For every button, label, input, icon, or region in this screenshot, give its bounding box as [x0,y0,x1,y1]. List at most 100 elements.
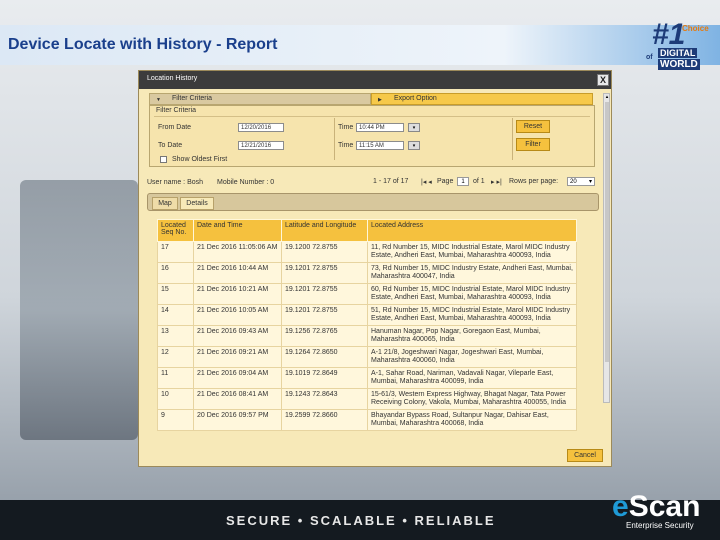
latlong-cell: 19.1200 72.8755 [281,241,368,263]
table-row: 15 21 Dec 2016 10:21 AM 19.1201 72.8755 … [157,283,577,305]
logo-e: e [612,490,629,523]
seq-cell: 14 [157,304,194,326]
page-count: of 1 [473,178,485,185]
export-option-tab[interactable]: ▶ Export Option [371,93,593,105]
filter-panel: Filter Criteria From Date 12/20/2016 Tim… [149,105,595,167]
page-label: Page [437,178,454,185]
table-row: 9 20 Dec 2016 09:57 PM 19.2599 72.8660 B… [157,409,577,431]
date-cell: 21 Dec 2016 10:21 AM [193,283,282,305]
tab-map[interactable]: Map [152,197,178,210]
table-row: 13 21 Dec 2016 09:43 AM 19.1256 72.8765 … [157,325,577,347]
mobile-number: Mobile Number : 0 [217,179,275,186]
badge-number: #1 [652,18,686,51]
chevron-down-icon: ▾ [588,179,592,185]
address-cell: 11, Rd Number 15, MIDC Industrial Estate… [367,241,577,263]
column-header-date: Date and Time [193,219,282,242]
close-icon[interactable]: X [597,74,609,86]
column-header-latlong: Latitude and Longitude [281,219,368,242]
tagline: SECURE • SCALABLE • RELIABLE [226,513,496,528]
table-header-row: Located Seq No. Date and Time Latitude a… [157,219,577,242]
pager-first-icon[interactable]: |◂ ◂ [421,178,432,186]
table-row: 14 21 Dec 2016 10:05 AM 19.1201 72.8755 … [157,304,577,326]
address-cell: Hanuman Nagar, Pop Nagar, Goregaon East,… [367,325,577,347]
window-title-bar: Location History [139,71,611,89]
badge-world: WORLD [658,59,700,70]
window-title: Location History [147,75,198,82]
latlong-cell: 19.1019 72.8649 [281,367,368,389]
export-tab-label: Export Option [394,95,437,102]
divider [512,118,513,160]
from-time-input[interactable]: 10:44 PM [356,123,404,132]
latlong-cell: 19.1243 72.8643 [281,388,368,410]
address-cell: 51, Rd Number 15, MIDC Industrial Estate… [367,304,577,326]
time-label-2: Time [338,142,354,149]
latlong-cell: 19.1256 72.8765 [281,325,368,347]
badge-digital: DIGITAL [658,48,698,58]
number-one-choice-badge: #1 Choice of DIGITAL WORLD [646,18,712,74]
date-cell: 21 Dec 2016 09:21 AM [193,346,282,368]
filter-heading: Filter Criteria [156,107,197,114]
seq-cell: 17 [157,241,194,263]
table-row: 12 21 Dec 2016 09:21 AM 19.1264 72.8650 … [157,346,577,368]
column-header-address: Located Address [367,219,577,242]
column-header-seq: Located Seq No. [157,219,194,242]
seq-cell: 9 [157,409,194,431]
cancel-button[interactable]: Cancel [567,449,603,462]
filter-button[interactable]: Filter [516,138,550,151]
address-cell: A-1, Sahar Road, Nariman, Vadavali Nagar… [367,367,577,389]
date-cell: 21 Dec 2016 09:04 AM [193,367,282,389]
collapse-triangle-icon: ▼ [156,97,161,103]
expand-triangle-icon: ▶ [378,97,382,103]
view-tab-strip: Map Details [147,193,599,211]
user-name: User name : Bosh [147,179,204,186]
date-cell: 21 Dec 2016 08:41 AM [193,388,282,410]
from-date-input[interactable]: 12/20/2016 [238,123,284,132]
page-input[interactable]: 1 [457,177,469,186]
time-picker-icon[interactable]: ▾ [408,123,420,132]
rows-per-page-label: Rows per page: [509,178,559,185]
table-row: 16 21 Dec 2016 10:44 AM 19.1201 72.8755 … [157,262,577,284]
date-cell: 20 Dec 2016 09:57 PM [193,409,282,431]
time-label-1: Time [338,124,354,131]
slide-title: Device Locate with History - Report [8,36,278,53]
rows-per-page-value: 20 [570,179,577,185]
seq-cell: 11 [157,367,194,389]
to-date-label: To Date [158,142,183,149]
background-photo [20,180,138,440]
filter-tab-label: Filter Criteria [172,95,213,102]
to-date-input[interactable]: 12/21/2016 [238,141,284,150]
to-time-input[interactable]: 11:15 AM [356,141,404,150]
filter-criteria-tab[interactable]: ▼ Filter Criteria [149,93,371,105]
logo-subtitle: Enterprise Security [626,521,694,530]
date-cell: 21 Dec 2016 11:05:06 AM [193,241,282,263]
address-cell: A-1 21/8, Jogeshwari Nagar, Jogeshwari E… [367,346,577,368]
address-cell: 73, Rd Number 15, MIDC Industry Estate, … [367,262,577,284]
seq-cell: 12 [157,346,194,368]
show-oldest-checkbox[interactable] [160,156,167,163]
address-cell: 15-61/3, Western Express Highway, Bhagat… [367,388,577,410]
divider [334,118,335,160]
seq-cell: 15 [157,283,194,305]
seq-cell: 13 [157,325,194,347]
latlong-cell: 19.1264 72.8650 [281,346,368,368]
vertical-scrollbar[interactable]: ▴ [603,93,610,403]
tab-details[interactable]: Details [180,197,214,210]
reset-button[interactable]: Reset [516,120,550,133]
address-cell: 60, Rd Number 15, MIDC Industrial Estate… [367,283,577,305]
badge-of: of [646,54,653,61]
rows-per-page-select[interactable]: 20 ▾ [567,177,595,186]
record-range: 1 - 17 of 17 [373,178,409,185]
latlong-cell: 19.1201 72.8755 [281,304,368,326]
escan-logo: eScan [612,490,700,524]
scroll-thumb[interactable] [605,102,609,362]
date-cell: 21 Dec 2016 10:44 AM [193,262,282,284]
latlong-cell: 19.1201 72.8755 [281,283,368,305]
time-picker-icon[interactable]: ▾ [408,141,420,150]
scroll-up-icon[interactable]: ▴ [604,94,610,100]
show-oldest-label: Show Oldest First [172,156,228,163]
table-row: 11 21 Dec 2016 09:04 AM 19.1019 72.8649 … [157,367,577,389]
seq-cell: 16 [157,262,194,284]
table-row: 17 21 Dec 2016 11:05:06 AM 19.1200 72.87… [157,241,577,263]
pager-last-icon[interactable]: ▸ ▸| [491,178,502,186]
location-history-window: Location History X ▼ Filter Criteria ▶ E… [138,70,612,467]
